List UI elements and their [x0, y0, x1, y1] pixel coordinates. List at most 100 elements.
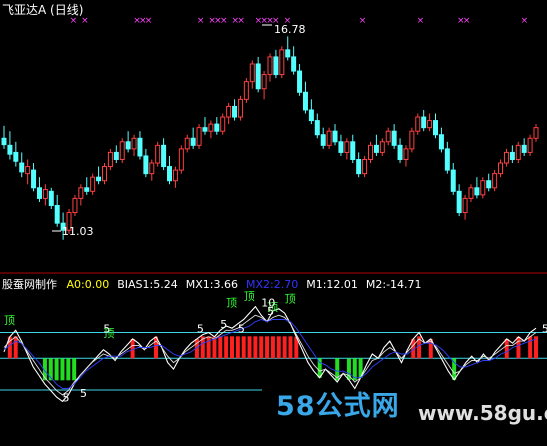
candle-body	[149, 162, 155, 175]
candle	[237, 95, 243, 121]
candle-body	[232, 105, 238, 118]
candle-body	[1, 137, 7, 146]
indicator-value-5: M2:-14.71	[365, 278, 422, 291]
candle	[326, 127, 332, 149]
candle-body	[421, 116, 427, 129]
candle-body	[468, 187, 474, 199]
series-mx2	[3, 319, 537, 389]
candle	[527, 134, 533, 156]
candle-body	[101, 166, 107, 182]
candle	[143, 148, 149, 178]
signal-bar-up	[504, 338, 509, 359]
candle	[208, 120, 214, 139]
candle	[468, 184, 474, 202]
candle-body	[267, 56, 273, 76]
candle	[119, 138, 125, 164]
signal-bar-down	[66, 358, 71, 381]
high-price-marker: 16.78	[262, 23, 306, 36]
candle	[456, 184, 462, 217]
candle	[373, 134, 379, 156]
candle	[302, 81, 308, 114]
low-price-label: 11.03	[62, 225, 94, 238]
candle-body	[291, 56, 297, 72]
indicator-value-3: MX2:2.70	[245, 278, 299, 291]
candle-body	[509, 151, 515, 160]
candle	[36, 177, 42, 202]
candle	[362, 155, 368, 178]
indicator-value-2: MX1:3.66	[185, 278, 238, 291]
candle	[462, 194, 468, 220]
candle-body	[486, 180, 492, 189]
signal-bar-up	[212, 336, 217, 359]
candle-body	[373, 144, 379, 153]
oscillator-annotation: 5	[62, 391, 69, 404]
oscillator-annotation: 5	[220, 318, 227, 331]
candle-body	[450, 169, 456, 192]
candle-body	[13, 151, 19, 162]
candle-body	[492, 173, 498, 189]
candle-body	[362, 158, 368, 175]
candle	[314, 113, 320, 139]
cross-mark: ×	[359, 16, 367, 26]
candle-body	[131, 137, 137, 150]
candle-body	[7, 144, 13, 155]
candle-body	[515, 144, 521, 160]
stock-chart-window: × × × × × × × × × × × × × × × × × × × × × 16.78 11.03 顶顶顶顶顶顶…	[0, 0, 547, 446]
indicator-value-0: A0:0.00	[66, 278, 110, 291]
signal-bar-up	[230, 336, 234, 359]
candle-body	[302, 91, 308, 111]
candle	[509, 145, 515, 164]
signal-bar-up	[282, 336, 287, 359]
signal-bar-up	[206, 336, 211, 359]
candle	[232, 99, 238, 121]
candle-body	[84, 187, 90, 192]
oscillator-annotation: 顶	[4, 314, 15, 327]
candle	[42, 184, 48, 206]
signal-bar-down	[72, 358, 77, 381]
signal-bar-up	[259, 336, 264, 359]
oscillator-annotation: 顶	[285, 292, 296, 305]
candle-body	[255, 63, 261, 90]
candle	[255, 56, 261, 93]
candle-body	[178, 148, 184, 171]
stock-title: 飞亚达A	[2, 3, 47, 17]
indicator-header: 股蚕网制作 A0:0.00 BIAS1:5.24 MX1:3.66 MX2:2.70 M…	[2, 276, 430, 292]
cross-mark: ×	[145, 16, 153, 26]
candle	[279, 46, 285, 79]
candle	[385, 127, 391, 146]
candle	[202, 117, 208, 135]
low-price-marker: 11.03	[52, 225, 94, 238]
candle-body	[397, 144, 403, 160]
candle-body	[107, 151, 113, 168]
oscillator-annotation: 10	[261, 297, 275, 310]
candle-body	[521, 144, 527, 153]
candle-body	[214, 123, 220, 132]
candle-body	[243, 81, 249, 100]
candle	[533, 124, 539, 142]
candle-body	[261, 74, 267, 90]
candle	[344, 138, 350, 160]
signal-bar-up	[270, 336, 275, 359]
candle-body	[462, 197, 468, 214]
candle-body	[161, 144, 167, 168]
candle	[356, 152, 362, 178]
indicator-value-1: BIAS1:5.24	[117, 278, 178, 291]
candle-body	[190, 137, 196, 146]
candle	[107, 148, 113, 171]
candle-body	[125, 141, 131, 150]
candle-body	[350, 141, 356, 160]
candle	[379, 138, 385, 156]
candle-body	[119, 141, 125, 160]
candle	[415, 113, 421, 135]
candle-body	[237, 98, 243, 118]
high-price-label: 16.78	[274, 23, 306, 36]
candle	[196, 124, 202, 149]
cross-mark: ×	[220, 16, 228, 26]
oscillator-annotation: 顶	[244, 290, 255, 303]
candle-body	[143, 155, 149, 175]
candle	[113, 145, 119, 164]
candle	[72, 194, 78, 217]
candle	[214, 117, 220, 135]
candle-body	[48, 190, 54, 206]
signal-bar-up	[288, 336, 293, 359]
